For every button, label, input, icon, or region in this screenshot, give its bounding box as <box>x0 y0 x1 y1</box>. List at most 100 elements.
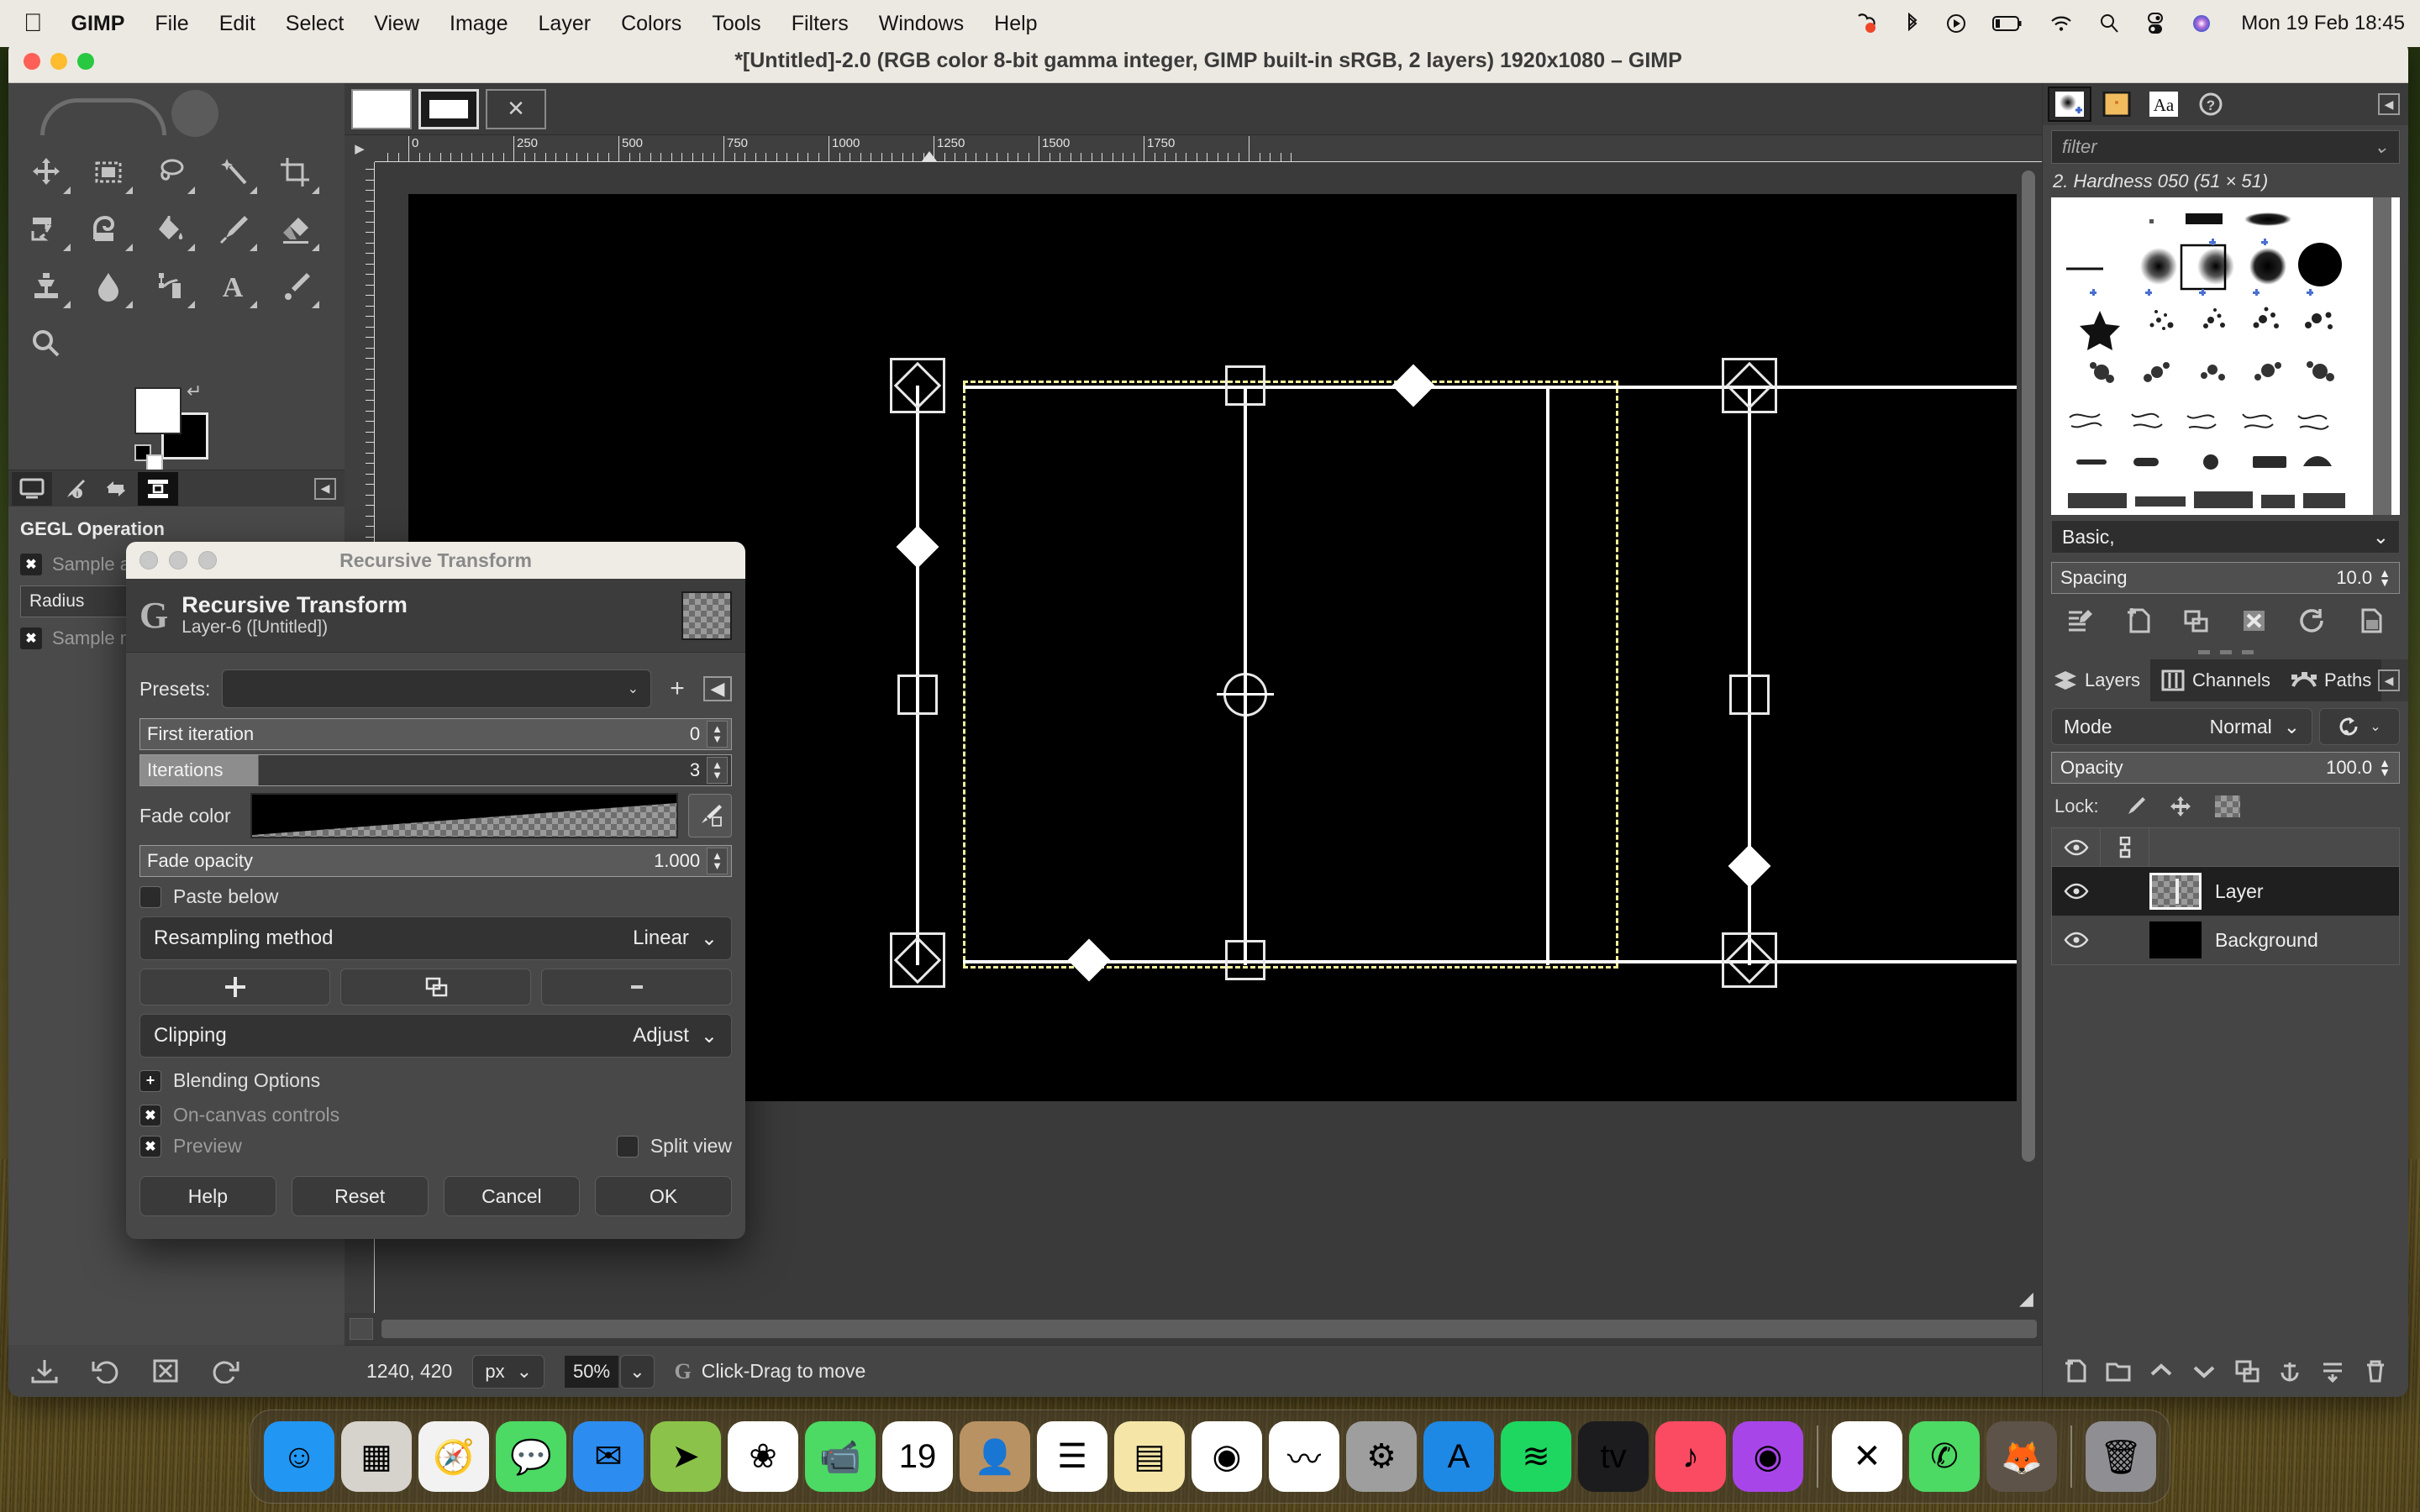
spinner-arrows-icon[interactable]: ▲ ▼ <box>707 720 728 748</box>
lower-layer-icon[interactable] <box>2191 1359 2217 1383</box>
transform-guide-horizontal[interactable] <box>963 386 2017 389</box>
dock-item-calendar[interactable]: 19 <box>882 1421 953 1492</box>
tab-tool-options[interactable] <box>12 471 52 506</box>
tab-brushes[interactable] <box>2048 87 2091 122</box>
dock-item-chrome[interactable]: ◉ <box>1192 1421 1262 1492</box>
text-tool[interactable]: A <box>202 258 264 315</box>
fade-opacity-spinner[interactable]: Fade opacity 1.000 ▲ ▼ <box>139 845 732 877</box>
spinner-arrows-icon[interactable]: ▲ ▼ <box>2379 757 2391 778</box>
collapse-dock-icon[interactable]: ◀ <box>314 477 336 500</box>
add-preset-button[interactable]: + <box>663 675 692 703</box>
transform-tool[interactable] <box>15 201 77 258</box>
bucket-fill-tool[interactable] <box>139 201 202 258</box>
dock-item-mail[interactable]: ✉ <box>573 1421 644 1492</box>
unit-selector[interactable]: px ⌄ <box>472 1354 545 1389</box>
transform-shear-diamond[interactable] <box>896 525 939 569</box>
layer-thumbnail[interactable] <box>2149 921 2202 958</box>
color-picker-tool[interactable] <box>264 258 326 315</box>
table-row[interactable]: Layer <box>2052 867 2399 916</box>
spinner-arrows-icon[interactable]: ▲ ▼ <box>2379 567 2391 588</box>
battery-icon[interactable] <box>1992 14 2024 33</box>
first-iteration-spinner[interactable]: First iteration 0 ▲ ▼ <box>139 718 732 750</box>
transform-edge-handle[interactable] <box>1225 365 1265 406</box>
dock-item-vscode[interactable]: ✕ <box>1832 1421 1902 1492</box>
resampling-method-selector[interactable]: Resampling method Linear ⌄ <box>139 916 732 960</box>
layer-visibility-toggle[interactable] <box>2052 883 2101 900</box>
preview-row[interactable]: ✖ Preview Split view <box>139 1135 732 1158</box>
image-tab-selected[interactable] <box>418 88 479 129</box>
vertical-scrollbar-thumb[interactable] <box>2022 171 2035 1162</box>
checkbox-x-icon[interactable]: ✖ <box>20 554 42 575</box>
spinner-arrows-icon[interactable]: ▲ ▼ <box>707 756 728 785</box>
dock-item-launchpad[interactable]: ▦ <box>341 1421 412 1492</box>
lock-position-icon[interactable] <box>2168 795 2193 817</box>
layer-mode-selector[interactable]: Mode Normal ⌄ <box>2051 708 2312 745</box>
tab-channels[interactable]: Channels <box>2150 659 2281 701</box>
move-tool[interactable] <box>15 144 77 201</box>
cancel-icon[interactable] <box>151 1358 180 1383</box>
remove-transform-button[interactable] <box>541 969 732 1005</box>
expander-plus-icon[interactable]: + <box>139 1069 161 1092</box>
zoom-tool[interactable] <box>15 315 77 372</box>
warp-tool[interactable] <box>77 201 139 258</box>
apple-logo-icon[interactable]:  <box>24 11 43 36</box>
preview-checkbox[interactable]: ✖ <box>139 1135 161 1158</box>
reset-colors-icon-white[interactable] <box>146 454 163 471</box>
menu-item-view[interactable]: View <box>374 12 419 36</box>
add-transform-button[interactable] <box>139 969 330 1005</box>
chevron-down-icon[interactable]: ⌄ <box>2373 526 2389 549</box>
blend-space-button[interactable]: ⌄ <box>2319 708 2400 745</box>
spinner-arrows-icon[interactable]: ▲ ▼ <box>707 847 728 875</box>
refresh-brushes-icon[interactable] <box>2298 608 2327 633</box>
blending-options-row[interactable]: + Blending Options <box>139 1069 732 1092</box>
brush-spacing-slider[interactable]: Spacing 10.0 ▲ ▼ <box>2051 562 2400 594</box>
collapse-layers-dock-icon[interactable]: ◀ <box>2378 669 2400 691</box>
new-brush-icon[interactable] <box>2124 608 2153 633</box>
preset-menu-button[interactable]: ◀ <box>703 676 732 701</box>
paste-below-row[interactable]: Paste below <box>139 885 732 908</box>
delete-brush-icon[interactable] <box>2240 608 2269 633</box>
spotlight-search-icon[interactable] <box>2098 13 2120 34</box>
dock-item-system-settings[interactable]: ⚙ <box>1346 1421 1417 1492</box>
free-select-tool[interactable] <box>139 144 202 201</box>
menu-item-gimp[interactable]: GIMP <box>71 12 125 36</box>
anchor-layer-icon[interactable] <box>2277 1359 2302 1383</box>
brush-filter-input[interactable]: filter ⌄ <box>2051 130 2400 164</box>
dock-resize-grip[interactable] <box>2043 644 2408 659</box>
chevron-down-icon[interactable]: ⌄ <box>2374 136 2389 158</box>
dock-item-facetime[interactable]: 📹 <box>805 1421 876 1492</box>
lock-alpha-icon[interactable] <box>2214 795 2240 817</box>
dock-item-spotify[interactable]: ≋ <box>1501 1421 1571 1492</box>
menu-item-image[interactable]: Image <box>450 12 508 36</box>
duplicate-layer-icon[interactable] <box>2234 1359 2260 1383</box>
brush-grid[interactable] <box>2051 197 2400 515</box>
ruler-corner-icon[interactable]: ▶ <box>345 135 375 162</box>
crop-tool[interactable] <box>264 144 326 201</box>
reset-button[interactable]: Reset <box>291 1176 429 1216</box>
dock-item-safari[interactable]: 🧭 <box>418 1421 489 1492</box>
merge-down-icon[interactable] <box>2320 1359 2345 1383</box>
menubar-clock[interactable]: Mon 19 Feb 18:45 <box>2241 12 2405 35</box>
navigate-image-icon[interactable]: ◢ <box>2019 1288 2033 1310</box>
foreground-color-swatch[interactable] <box>134 387 182 434</box>
paintbrush-tool[interactable] <box>202 201 264 258</box>
on-canvas-controls-row[interactable]: ✖ On-canvas controls <box>139 1104 732 1126</box>
brush-grid-scrollbar[interactable] <box>2373 197 2391 515</box>
table-row[interactable]: Background <box>2052 916 2399 964</box>
transform-shear-diamond[interactable] <box>1728 844 1771 888</box>
layer-opacity-slider[interactable]: Opacity 100.0 ▲ ▼ <box>2051 752 2400 784</box>
save-icon[interactable] <box>30 1358 59 1383</box>
presets-combo[interactable]: ⌄ <box>222 669 651 708</box>
checkbox-x-icon[interactable]: ✖ <box>20 627 42 649</box>
new-group-icon[interactable] <box>2106 1359 2131 1383</box>
control-center-icon[interactable] <box>2145 12 2165 35</box>
dock-item-gimp[interactable]: 🦊 <box>1986 1421 2057 1492</box>
paste-below-checkbox[interactable] <box>139 885 161 908</box>
delete-layer-icon[interactable] <box>2363 1359 2388 1383</box>
transform-edge-handle[interactable] <box>897 675 938 715</box>
color-picker-button[interactable] <box>688 794 732 837</box>
menu-item-file[interactable]: File <box>155 12 188 36</box>
tab-paths[interactable]: Paths <box>2281 659 2382 701</box>
bluetooth-icon[interactable] <box>1905 12 1920 35</box>
tab-images[interactable] <box>138 471 178 506</box>
